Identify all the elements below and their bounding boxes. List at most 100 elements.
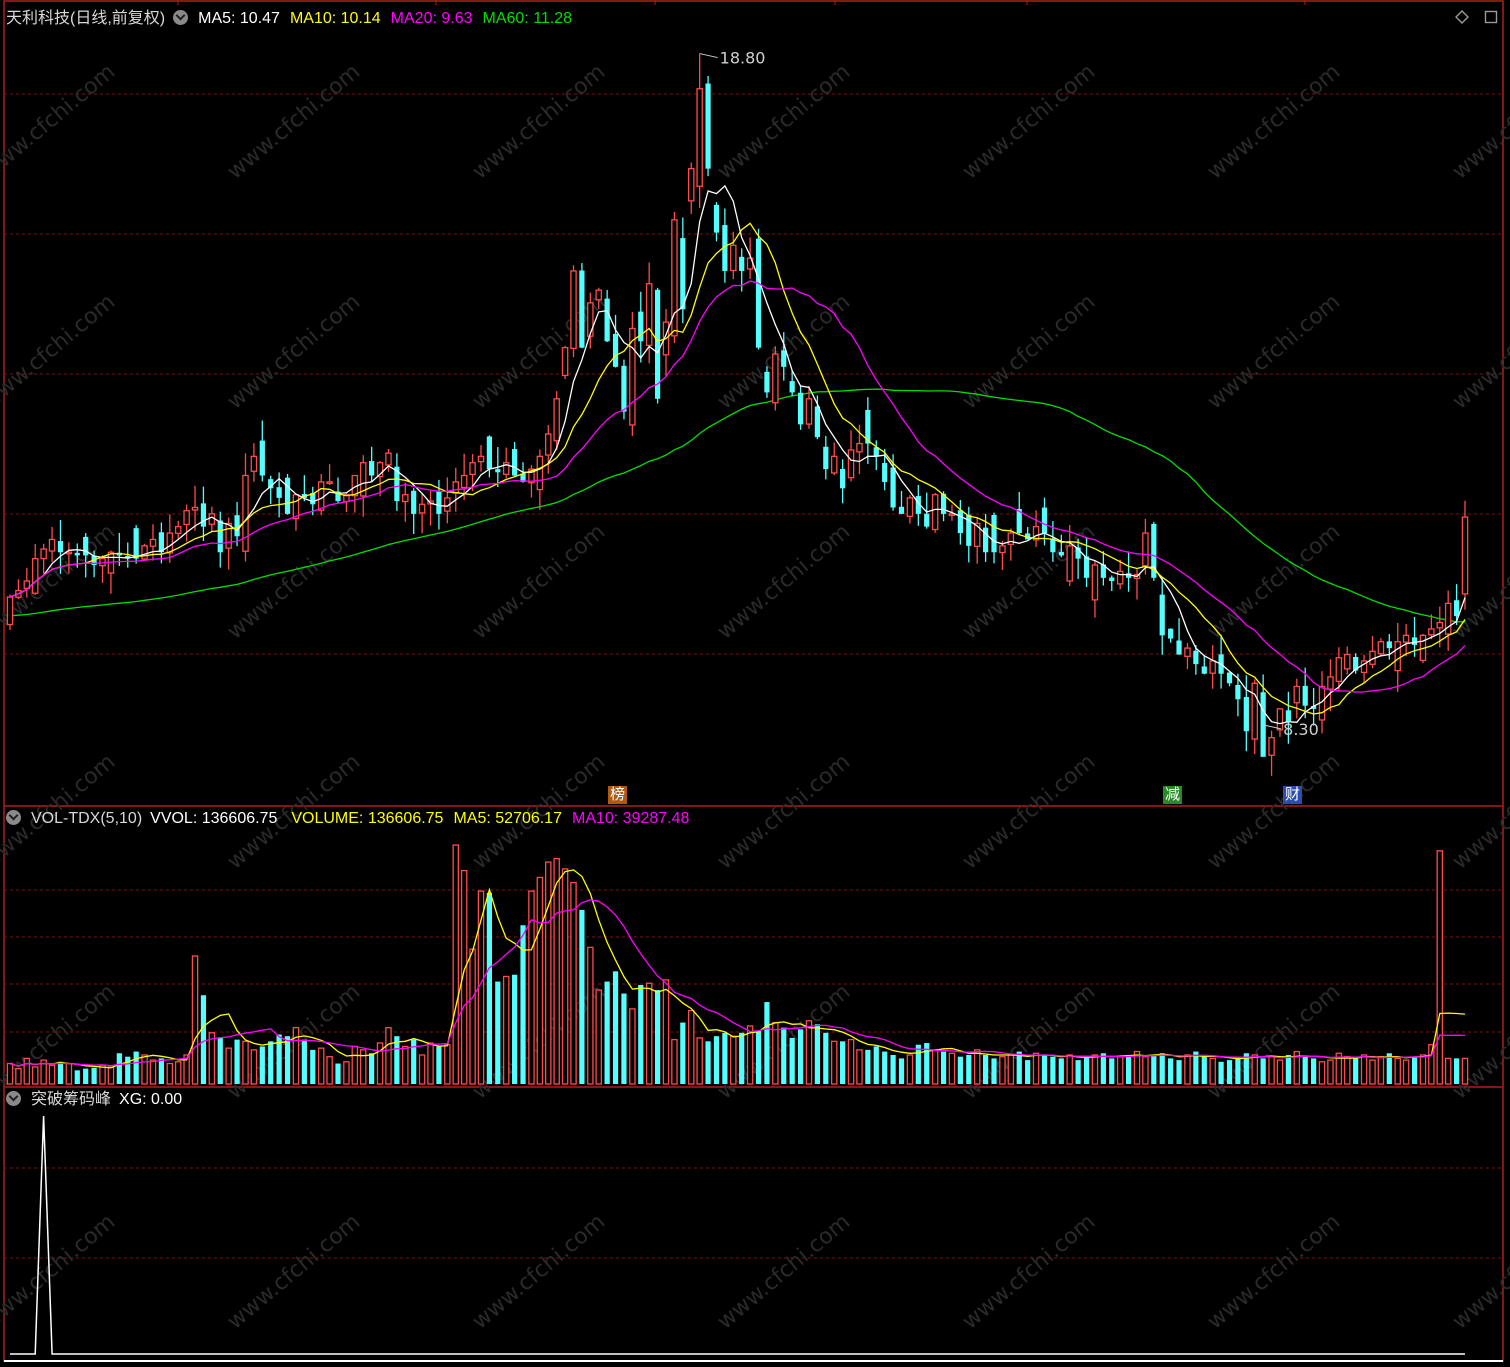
ma60-line bbox=[9, 388, 1466, 623]
volume-bar bbox=[6, 1062, 14, 1085]
candle bbox=[1226, 672, 1233, 687]
outer-frame bbox=[3, 0, 1504, 1362]
window-icon[interactable] bbox=[1484, 10, 1498, 24]
candle bbox=[335, 477, 341, 504]
volume-bar bbox=[713, 1036, 720, 1084]
watermark-text: www.cfchi.com bbox=[1448, 289, 1510, 414]
candle bbox=[1268, 730, 1275, 776]
volume-bar bbox=[1058, 1058, 1064, 1084]
watermark-text: www.cfchi.com bbox=[1203, 289, 1345, 414]
vol-ma5-line bbox=[9, 869, 1466, 1069]
volume-bar bbox=[814, 1024, 821, 1084]
volume-bar bbox=[890, 1054, 896, 1084]
volume-bar bbox=[250, 1049, 258, 1085]
volume-bar bbox=[755, 1031, 762, 1084]
volume-bar bbox=[772, 1021, 779, 1085]
watermark-text: www.cfchi.com bbox=[1203, 749, 1345, 874]
volume-bar bbox=[604, 981, 610, 1084]
diamond-icon[interactable] bbox=[1455, 10, 1469, 24]
candle bbox=[174, 520, 182, 539]
dropdown-icon[interactable] bbox=[173, 10, 189, 25]
candle bbox=[1176, 618, 1182, 655]
vol-ma10-value: MA10: 39287.48 bbox=[571, 810, 690, 827]
chart-frame bbox=[3, 0, 1504, 1362]
candle bbox=[1343, 646, 1351, 675]
volume-bar bbox=[1461, 1057, 1469, 1085]
high-annotation: 18.80 bbox=[720, 49, 766, 68]
volume-bar bbox=[512, 974, 518, 1084]
volume-bar bbox=[301, 1039, 307, 1084]
volume-bar bbox=[629, 1008, 636, 1085]
candle bbox=[141, 543, 148, 561]
candle bbox=[772, 346, 779, 411]
watermark-text: www.cfchi.com bbox=[1203, 1209, 1345, 1334]
volume-bar bbox=[57, 1061, 64, 1084]
volume-bar bbox=[234, 1039, 240, 1084]
dropdown-icon[interactable] bbox=[6, 1091, 21, 1106]
volume-bar bbox=[469, 948, 476, 1085]
watermark-text: www.cfchi.com bbox=[713, 519, 855, 644]
volume-bar bbox=[1343, 1056, 1351, 1085]
watermark-text: www.cfchi.com bbox=[713, 59, 855, 184]
volume-bar bbox=[789, 1037, 795, 1084]
volume-bar bbox=[940, 1051, 947, 1084]
volume-bar bbox=[1050, 1056, 1056, 1084]
volume-bar bbox=[436, 1046, 442, 1084]
volume-bar bbox=[200, 995, 207, 1084]
candle bbox=[957, 499, 963, 545]
candle bbox=[208, 506, 216, 533]
marker-bang[interactable]: 榜 bbox=[608, 786, 628, 804]
low-annotation: 8.30 bbox=[1283, 720, 1319, 739]
volume-bar bbox=[1285, 1054, 1291, 1084]
volume-bar bbox=[781, 1027, 787, 1084]
volume-bar bbox=[1032, 1052, 1040, 1085]
volume-bar bbox=[158, 1058, 164, 1084]
candle bbox=[1159, 577, 1165, 655]
watermark-text: www.cfchi.com bbox=[1448, 749, 1510, 874]
candle bbox=[906, 495, 914, 524]
candle bbox=[502, 447, 510, 479]
volume-bar bbox=[553, 858, 560, 1085]
volume-bar bbox=[268, 1041, 274, 1084]
candle bbox=[579, 263, 585, 349]
watermark-text: www.cfchi.com bbox=[0, 979, 120, 1104]
watermark-text: www.cfchi.com bbox=[1203, 59, 1345, 184]
watermark-text: www.cfchi.com bbox=[0, 59, 120, 184]
candle bbox=[696, 53, 703, 208]
watermark-text: www.cfchi.com bbox=[468, 59, 610, 184]
candle bbox=[671, 211, 678, 344]
volume-bar bbox=[823, 1032, 829, 1084]
candle bbox=[133, 525, 139, 564]
candle bbox=[512, 442, 518, 477]
volume-bar bbox=[1251, 1054, 1258, 1085]
watermark-text: www.cfchi.com bbox=[0, 289, 120, 414]
marker-jian[interactable]: 减 bbox=[1163, 786, 1183, 804]
volume-bar bbox=[1268, 1056, 1275, 1085]
watermark-text: www.cfchi.com bbox=[958, 1209, 1100, 1334]
candle bbox=[268, 475, 274, 505]
watermark-text: www.cfchi.com bbox=[468, 519, 610, 644]
watermark-text: www.cfchi.com bbox=[223, 1209, 365, 1334]
marker-cai[interactable]: 财 bbox=[1283, 786, 1303, 804]
volume-bar bbox=[1091, 1054, 1099, 1085]
candle bbox=[250, 443, 258, 482]
candle bbox=[1428, 614, 1435, 640]
candle bbox=[1369, 635, 1376, 669]
volume-bar bbox=[662, 979, 670, 1085]
ma-lines bbox=[9, 184, 1466, 725]
volume-bar bbox=[999, 1056, 1006, 1085]
volume-bar bbox=[1142, 1056, 1149, 1085]
volume-bar bbox=[1159, 1053, 1165, 1084]
volume-bar bbox=[259, 1046, 265, 1084]
volume-bar bbox=[444, 1044, 451, 1085]
volume-bar bbox=[638, 984, 644, 1084]
volume-bar bbox=[739, 1032, 745, 1084]
candle bbox=[705, 76, 711, 177]
volume-bar bbox=[545, 861, 552, 1085]
dropdown-icon[interactable] bbox=[6, 810, 21, 825]
volume-bar bbox=[991, 1058, 997, 1084]
volume-bar bbox=[1226, 1060, 1233, 1084]
volume-bar bbox=[1419, 1054, 1427, 1085]
volume-bar bbox=[23, 1057, 31, 1085]
watermark-text: www.cfchi.com bbox=[1448, 519, 1510, 644]
